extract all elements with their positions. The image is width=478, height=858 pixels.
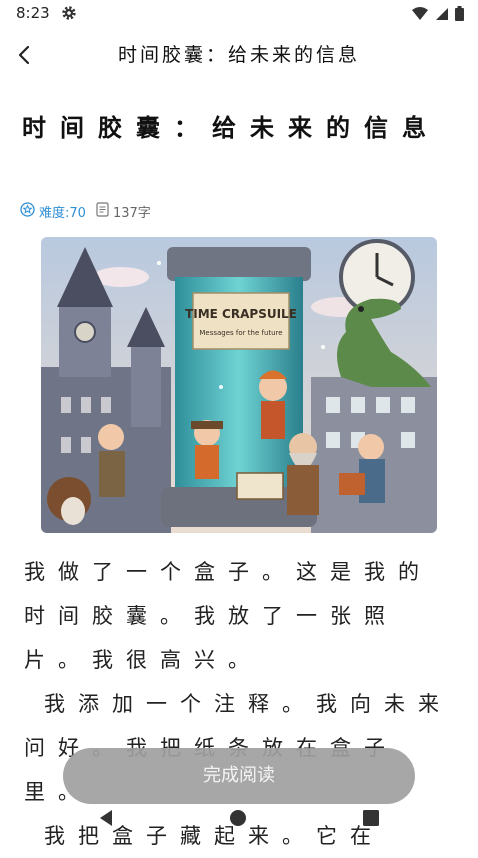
nav-back-icon[interactable]	[96, 808, 116, 832]
system-nav-bar	[0, 806, 478, 836]
signal-icon	[435, 6, 449, 25]
app-bar: 时间胶囊：给未来的信息	[0, 30, 478, 80]
banner-title: TIME CRAPSUILE	[185, 307, 297, 321]
nav-recents-icon[interactable]	[363, 810, 379, 830]
word-count-label: 137字	[112, 205, 151, 221]
difficulty-badge: 难度:70	[20, 201, 86, 221]
document-icon	[96, 201, 109, 221]
article-meta: 难度:70 137字	[20, 201, 151, 221]
word-count: 137字	[96, 201, 151, 221]
complete-reading-button[interactable]: 完成阅读	[63, 748, 415, 804]
difficulty-icon	[20, 201, 35, 221]
battery-icon	[455, 6, 464, 25]
gear-icon	[61, 5, 77, 25]
wifi-icon	[411, 6, 429, 25]
page-title: 时间胶囊：给未来的信息	[117, 44, 360, 66]
status-bar: 8:23	[0, 0, 478, 28]
article-title: 时间胶囊：给未来的信息	[22, 114, 440, 142]
difficulty-label: 难度:70	[39, 205, 86, 221]
status-time: 8:23	[16, 4, 50, 22]
nav-home-icon[interactable]	[229, 809, 247, 831]
banner-subtitle: Messages for the future	[199, 329, 282, 337]
article-illustration: TIME CRAPSUILE Messages for the future	[41, 237, 437, 533]
paragraph: 我做了一个盒子。这是我的时间胶囊。我放了一张照片。我很高兴。	[24, 560, 432, 672]
